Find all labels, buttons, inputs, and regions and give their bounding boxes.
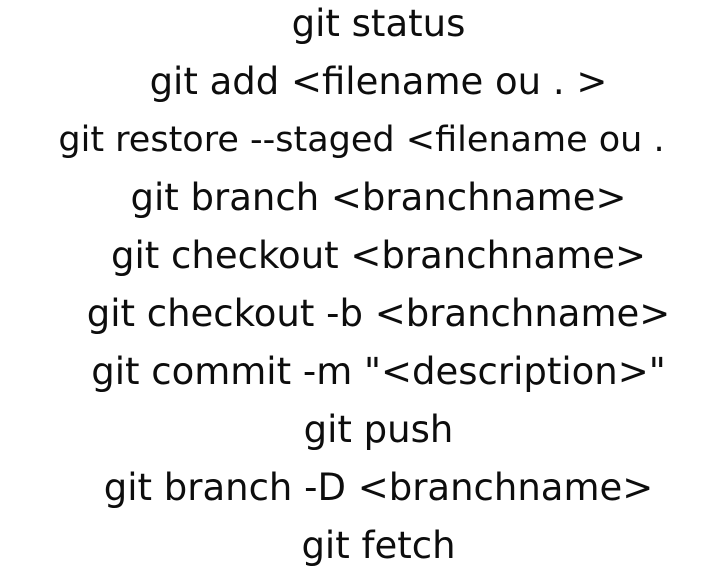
command-line: git add <filename ou . > bbox=[149, 60, 608, 103]
command-line: git checkout -b <branchname> bbox=[86, 292, 671, 335]
command-line: git restore --staged <filename ou . bbox=[58, 120, 665, 160]
command-line: git branch -D <branchname> bbox=[103, 466, 654, 509]
command-line: git branch <branchname> bbox=[130, 176, 627, 219]
command-line: git checkout <branchname> bbox=[111, 234, 646, 277]
command-line: git fetch bbox=[301, 524, 456, 567]
command-line: git status bbox=[291, 2, 466, 45]
command-line: git push bbox=[303, 408, 454, 451]
command-line: git commit -m "<description>" bbox=[91, 350, 666, 393]
